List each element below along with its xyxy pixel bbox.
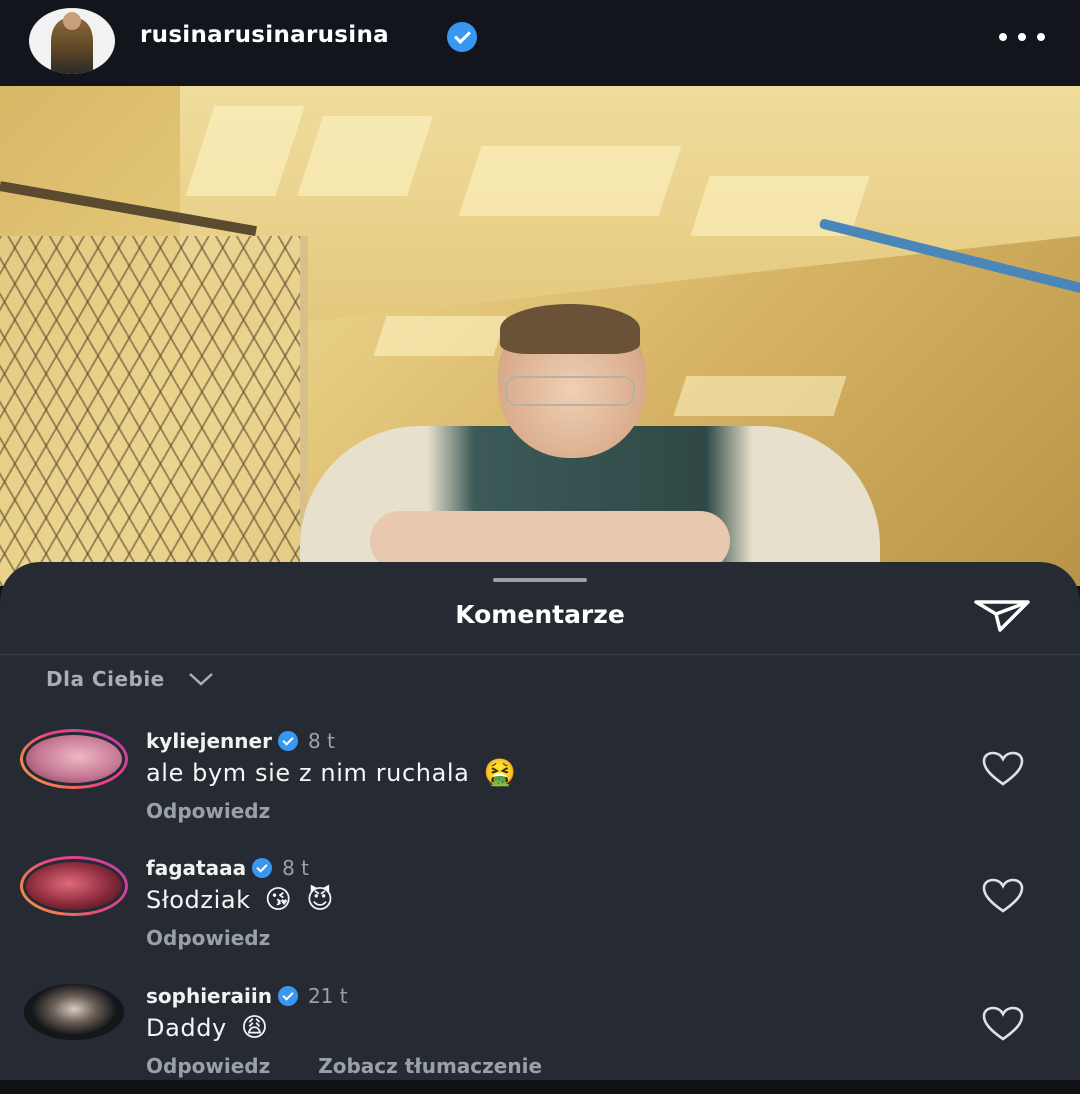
sort-label: Dla Ciebie xyxy=(46,667,165,691)
comment-item: sophieraiin 21 t Daddy 😩 Odpowiedz Zobac… xyxy=(0,984,1080,1094)
comment-text-row: Słodziak 😘 😈 xyxy=(146,886,334,914)
weary-emoji: 😩 xyxy=(240,1013,269,1043)
comment-time: 8 t xyxy=(307,729,335,753)
like-heart-icon[interactable] xyxy=(980,749,1026,789)
comments-title: Komentarze xyxy=(455,600,625,629)
photo-light-patch xyxy=(458,146,682,216)
comment-actions: Odpowiedz xyxy=(146,799,270,823)
like-heart-icon[interactable] xyxy=(980,876,1026,916)
comment-item: kyliejenner 8 t ale bym sie z nim ruchal… xyxy=(0,729,1080,839)
comment-time: 8 t xyxy=(282,856,309,880)
comment-avatar[interactable] xyxy=(24,984,124,1040)
comment-header: sophieraiin 21 t xyxy=(146,984,348,1008)
comment-time: 21 t xyxy=(307,984,348,1008)
verified-badge-icon xyxy=(252,858,273,878)
photo-light-patch xyxy=(673,376,847,416)
comment-text: Daddy xyxy=(146,1014,227,1042)
post-username[interactable]: rusinarusinarusina xyxy=(140,22,389,48)
comment-text: Słodziak xyxy=(146,886,251,914)
comment-text: ale bym sie z nim ruchala xyxy=(146,759,470,787)
reply-link[interactable]: Odpowiedz xyxy=(146,1054,270,1078)
comment-header: kyliejenner 8 t xyxy=(146,729,335,753)
photo-light-patch xyxy=(373,316,507,356)
more-horizontal-icon[interactable] xyxy=(999,30,1045,44)
verified-badge-icon xyxy=(277,986,298,1006)
send-icon[interactable] xyxy=(970,596,1034,636)
avatar-head xyxy=(63,12,81,30)
comment-header: fagataaa 8 t xyxy=(146,856,309,880)
comments-sheet: Komentarze Dla Ciebie kyliejenner 8 t al… xyxy=(0,562,1080,1080)
see-translation-link[interactable]: Zobacz tłumaczenie xyxy=(318,1054,542,1078)
nauseated-emoji: 🤮 xyxy=(483,758,517,788)
comment-item: fagataaa 8 t Słodziak 😘 😈 Odpowiedz xyxy=(0,856,1080,966)
devil-emoji: 😈 xyxy=(306,885,335,915)
comment-username[interactable]: kyliejenner xyxy=(146,729,272,753)
post-photo xyxy=(0,86,1080,586)
sort-dropdown[interactable]: Dla Ciebie xyxy=(46,667,215,691)
photo-fence xyxy=(0,236,308,586)
kiss-emoji: 😘 xyxy=(264,885,293,915)
sheet-divider xyxy=(0,654,1080,655)
comment-text-row: Daddy 😩 xyxy=(146,1014,269,1042)
drag-handle[interactable] xyxy=(493,578,587,582)
comment-actions: Odpowiedz Zobacz tłumaczenie xyxy=(146,1054,542,1078)
chevron-down-icon xyxy=(188,673,213,686)
post-header: rusinarusinarusina xyxy=(0,0,1080,86)
comment-avatar[interactable] xyxy=(20,729,128,789)
reply-link[interactable]: Odpowiedz xyxy=(146,926,270,950)
comment-avatar[interactable] xyxy=(20,856,128,916)
comment-username[interactable]: fagataaa xyxy=(146,856,246,880)
verified-badge-icon xyxy=(447,22,477,52)
photo-hair xyxy=(500,304,640,354)
reply-link[interactable]: Odpowiedz xyxy=(146,799,270,823)
verified-badge-icon xyxy=(277,731,298,751)
comment-username[interactable]: sophieraiin xyxy=(146,984,272,1008)
comment-actions: Odpowiedz xyxy=(146,926,270,950)
photo-glasses xyxy=(505,376,635,406)
comment-text-row: ale bym sie z nim ruchala 🤮 xyxy=(146,759,516,787)
profile-avatar[interactable] xyxy=(29,8,115,74)
like-heart-icon[interactable] xyxy=(980,1004,1026,1044)
